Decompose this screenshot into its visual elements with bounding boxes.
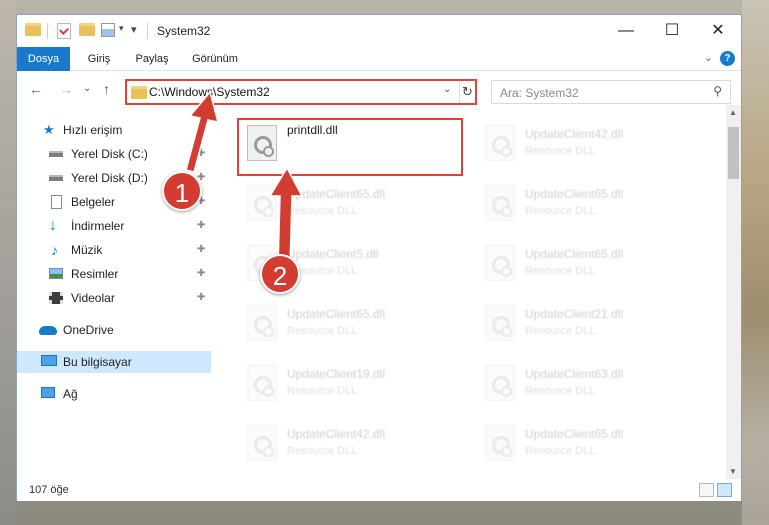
step-2-marker: 2 xyxy=(260,254,300,294)
annotation-arrows xyxy=(185,90,304,269)
step-1-marker: 1 xyxy=(162,171,202,211)
arrow-2 xyxy=(268,166,304,269)
arrow-1 xyxy=(185,90,220,173)
